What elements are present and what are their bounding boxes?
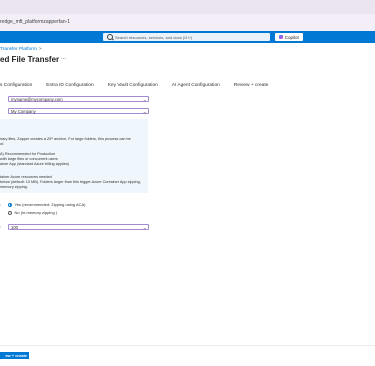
radio-selected-icon [8, 202, 12, 207]
copilot-icon [279, 35, 284, 39]
info-text: below (default: 10 MB). Folders larger t… [0, 180, 141, 184]
chevron-down-icon: ⌄ [141, 108, 147, 114]
radio-group-label: : [0, 202, 2, 207]
company-value: My Company [11, 108, 36, 114]
info-text: tainer Azure resources needed [0, 175, 52, 179]
tab-entra-id-configuration[interactable]: Entra ID Configuration [46, 83, 93, 88]
chevron-down-icon: ⌄ [141, 96, 147, 102]
more-options-button[interactable]: ... [61, 55, 66, 61]
email-value: myname@mycompany.com [11, 96, 63, 102]
review-create-button[interactable]: ew + create [0, 352, 29, 359]
radio-yes-label: Yes (recommended: Zipping using ACA) [14, 202, 86, 207]
tab-key-vault-configuration[interactable]: Key Vault Configuration [108, 83, 158, 88]
info-text: A) Recommended for Production [0, 152, 56, 156]
threshold-label: : [0, 224, 2, 229]
info-text: nary files, Zapper creates a ZIP archive… [0, 137, 131, 141]
global-search-input[interactable]: Search resources, services, and docs (G+… [103, 33, 270, 41]
search-icon [107, 34, 113, 40]
page-title: ed File Transfer [0, 55, 60, 64]
breadcrumb-item[interactable]: Transfer Platform [0, 47, 37, 52]
zipping-yes-radio[interactable]: Yes (recommended: Zipping using ACA) [8, 202, 86, 207]
threshold-dropdown[interactable]: 100 ⌄ [8, 224, 149, 230]
threshold-value: 100 [11, 224, 18, 230]
tab-ai-agent-configuration[interactable]: AI Agent Configuration [172, 83, 220, 88]
company-dropdown[interactable]: My Company ⌄ [8, 108, 149, 114]
wizard-tabs: s Configuration Entra ID Configuration K… [0, 83, 268, 88]
radio-unselected-icon [8, 210, 12, 215]
search-placeholder: Search resources, services, and docs (G+… [115, 34, 193, 40]
breadcrumb-separator: > [38, 47, 42, 52]
info-text: with large files or concurrent users [0, 157, 58, 161]
breadcrumb: Transfer Platform > [0, 47, 42, 52]
tab-basics-configuration[interactable]: s Configuration [0, 83, 32, 88]
info-text: ol: [0, 142, 5, 146]
tab-review-create[interactable]: Review + create [234, 83, 269, 88]
browser-url[interactable]: redge_mft_platformzapperfan-1 [0, 19, 70, 25]
zipping-info-box: nary files, Zapper creates a ZIP archive… [0, 119, 148, 193]
chevron-down-icon: ⌄ [141, 224, 147, 230]
copilot-button[interactable]: Copilot [275, 33, 303, 41]
browser-tab-strip [0, 0, 375, 14]
zipping-no-radio[interactable]: No (in-memory zipping ) [8, 210, 57, 215]
info-text: ainer App (standard Azure billing applie… [0, 162, 70, 166]
copilot-label: Copilot [284, 34, 299, 40]
radio-no-label: No (in-memory zipping ) [14, 210, 58, 215]
email-dropdown[interactable]: myname@mycompany.com ⌄ [8, 96, 149, 102]
info-text: memory zipping. [0, 185, 28, 189]
footer-divider [0, 345, 375, 346]
